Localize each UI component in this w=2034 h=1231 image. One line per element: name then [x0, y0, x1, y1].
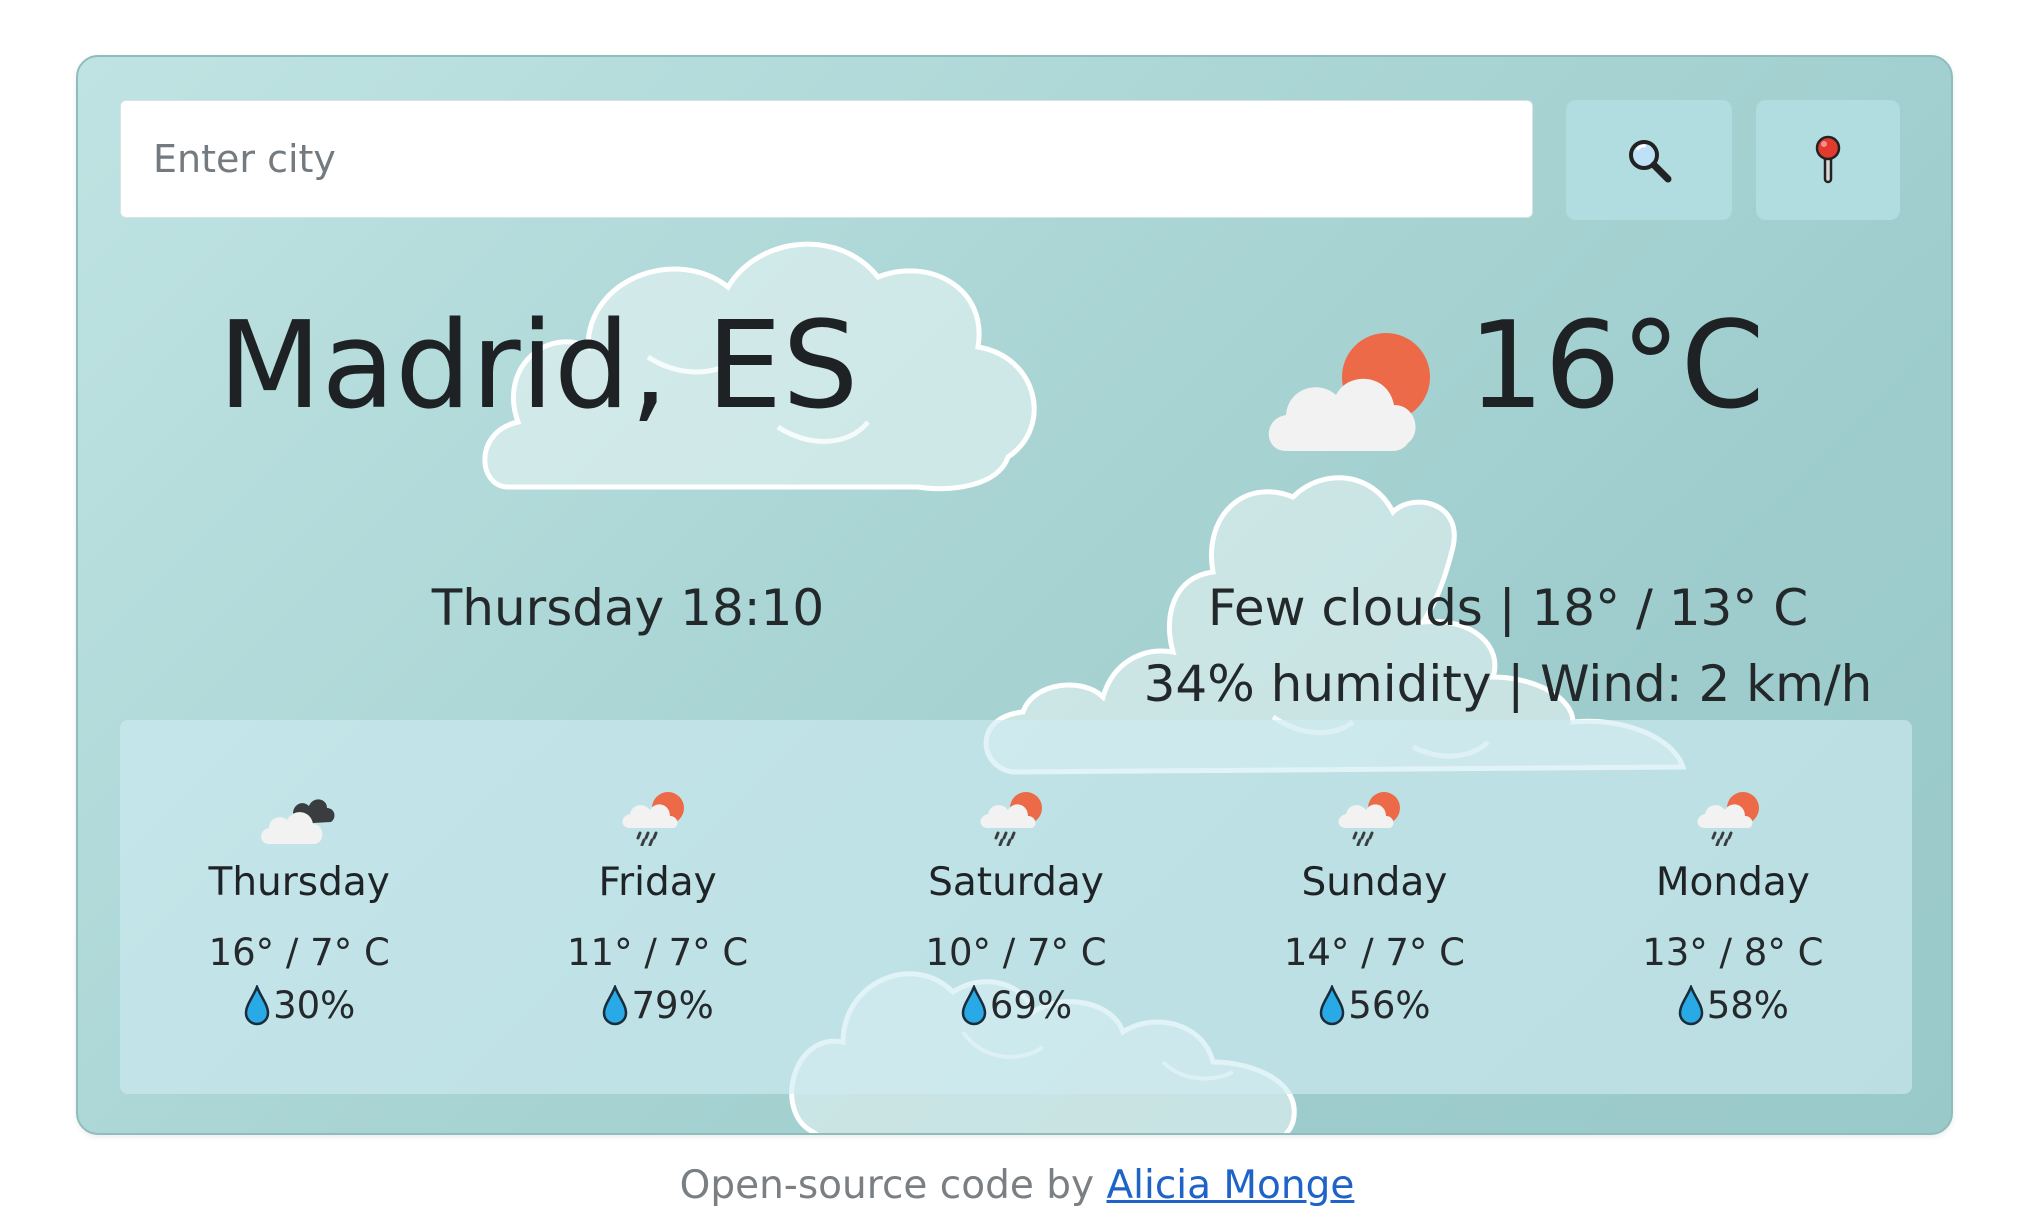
sun-rain-icon [622, 792, 684, 846]
weather-card: Madrid, ES Thursday 18:10 16°C Few cloud… [76, 55, 1953, 1135]
forecast-day-name: Saturday [928, 860, 1104, 905]
raindrop-icon [1320, 984, 1345, 1025]
forecast-day: Monday 13° / 8° C 58% [1554, 720, 1912, 1094]
raindrop-icon [244, 984, 270, 1025]
raindrop-icon [961, 984, 987, 1025]
five-day-forecast: Thursday 16° / 7° C 30% Friday 11° / 7° … [120, 720, 1912, 1094]
forecast-day: Thursday 16° / 7° C 30% [120, 720, 478, 1094]
footer-credit: Open-source code by Alicia Monge [0, 1163, 2034, 1208]
sun-rain-icon [1697, 792, 1759, 846]
footer-text: Open-source code by [679, 1163, 1107, 1208]
forecast-day: Friday 11° / 7° C 79% [478, 720, 836, 1094]
local-datetime: Thursday 18:10 [431, 579, 825, 637]
forecast-day: Saturday 10° / 7° C 69% [837, 720, 1195, 1094]
forecast-temp-range: 13° / 8° C [1642, 931, 1824, 974]
precipitation-value: 58% [1706, 984, 1789, 1027]
forecast-day: Sunday 14° / 7° C 56% [1195, 720, 1553, 1094]
forecast-precipitation: 79% [601, 984, 714, 1027]
forecast-day-name: Sunday [1301, 860, 1448, 905]
raindrop-icon [603, 984, 628, 1025]
raindrop-icon [1678, 984, 1703, 1025]
forecast-precipitation: 58% [1677, 984, 1789, 1027]
forecast-day-name: Monday [1655, 860, 1810, 905]
author-link[interactable]: Alicia Monge [1106, 1163, 1354, 1208]
weather-description: Few clouds | 18° / 13° C [1207, 579, 1809, 637]
few-clouds-icon [1268, 333, 1430, 451]
city-search-input[interactable] [120, 100, 1533, 218]
forecast-precipitation: 30% [243, 984, 355, 1027]
forecast-day-name: Friday [598, 860, 717, 905]
sun-rain-icon [1338, 792, 1401, 846]
current-location-button[interactable] [1756, 100, 1900, 220]
city-name: Madrid, ES [218, 297, 859, 436]
pushpin-icon [1815, 135, 1841, 184]
forecast-temp-range: 14° / 7° C [1283, 931, 1466, 974]
precipitation-value: 69% [989, 984, 1073, 1027]
current-temperature: 16°C [1468, 297, 1765, 436]
broken-clouds-icon [261, 799, 335, 844]
forecast-precipitation: 56% [1318, 984, 1431, 1027]
sun-rain-icon [980, 792, 1043, 846]
precipitation-value: 79% [631, 984, 714, 1027]
forecast-day-name: Thursday [208, 860, 390, 905]
forecast-temp-range: 11° / 7° C [567, 931, 749, 974]
forecast-precipitation: 69% [960, 984, 1072, 1027]
precipitation-value: 56% [1348, 984, 1431, 1027]
precipitation-value: 30% [273, 984, 356, 1027]
search-button[interactable] [1566, 100, 1732, 220]
forecast-temp-range: 16° / 7° C [208, 931, 390, 974]
magnifier-icon [1629, 140, 1672, 183]
humidity-wind: 34% humidity | Wind: 2 km/h [1143, 655, 1873, 713]
forecast-temp-range: 10° / 7° C [925, 931, 1107, 974]
